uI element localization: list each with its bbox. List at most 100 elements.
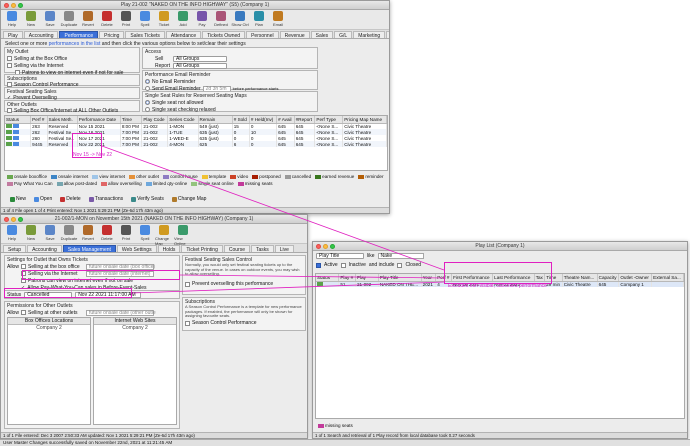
- list-col-3[interactable]: Play Title: [378, 274, 422, 282]
- web-site-item[interactable]: Company 2: [94, 325, 176, 331]
- single-seat-relaxed-radio[interactable]: [145, 107, 150, 112]
- list-col-12[interactable]: Outlet -Owner: [618, 274, 653, 282]
- list-col-4[interactable]: Year: [421, 274, 437, 282]
- perf-table-col-12[interactable]: Perf Type: [314, 116, 344, 124]
- perf-table-col-0[interactable]: Status: [5, 116, 32, 124]
- all-outlets-checkbox[interactable]: [7, 108, 12, 113]
- play-toolbar-14[interactable]: Email: [269, 11, 287, 27]
- perf-table-col-6[interactable]: Series Code: [167, 116, 199, 124]
- perf-toolbar-1[interactable]: New: [22, 225, 40, 241]
- perf-toolbar-7[interactable]: Spell: [136, 225, 154, 241]
- closed-checkbox[interactable]: [397, 262, 403, 268]
- perf-tab-2[interactable]: Sales Management: [62, 245, 116, 253]
- perf-table-col-5[interactable]: Play Code: [141, 116, 169, 124]
- play-tab-10[interactable]: G/L: [334, 31, 353, 39]
- play-toolbar-12[interactable]: Show Ctrl: [231, 11, 249, 27]
- perf-tab-8[interactable]: Live: [274, 245, 294, 253]
- perf-toolbar-3[interactable]: Duplicate: [60, 225, 78, 241]
- perf-tab-0[interactable]: Setup: [3, 245, 27, 253]
- play-tab-12[interactable]: Tasks: [386, 31, 389, 38]
- selling-box-office-checkbox[interactable]: [7, 56, 12, 61]
- perf-tab-1[interactable]: Accounting: [27, 245, 62, 253]
- play-toolbar-1[interactable]: New: [22, 11, 40, 27]
- filter-field-select[interactable]: Play Title: [316, 253, 364, 259]
- play-toolbar-6[interactable]: Print: [117, 11, 135, 27]
- perf-tab-3[interactable]: Web Settings: [116, 245, 157, 253]
- play-tab-11[interactable]: Marketing: [353, 31, 386, 39]
- list-col-10[interactable]: Theatre Nam...: [562, 274, 598, 282]
- perf-table-col-9[interactable]: # Held(Inv): [249, 116, 278, 124]
- list-col-11[interactable]: Capacity: [597, 274, 620, 282]
- play-toolbar-3[interactable]: Duplicate: [60, 11, 78, 27]
- play-tab-6[interactable]: Tickets Owned: [202, 31, 246, 39]
- perf-tab-7[interactable]: Tasks: [251, 245, 274, 253]
- perf-table-col-8[interactable]: # Sold: [232, 116, 250, 124]
- filter-value-input[interactable]: Nake: [377, 253, 424, 259]
- play-tab-9[interactable]: Sales: [310, 31, 334, 39]
- list-col-13[interactable]: External Sa...: [651, 274, 684, 282]
- inactive-checkbox[interactable]: [340, 262, 346, 268]
- play-toolbar-0[interactable]: Help: [3, 11, 21, 27]
- single-seat-not-allowed-radio[interactable]: [145, 100, 150, 105]
- play-tab-2[interactable]: Performance: [59, 31, 99, 39]
- perf-tab-4[interactable]: Holds: [157, 245, 181, 253]
- perf-toolbar-9[interactable]: View Online: [174, 225, 192, 246]
- future-onsale-other[interactable]: future onsale date (other outle: [86, 309, 156, 316]
- play-tab-0[interactable]: Play: [3, 31, 23, 39]
- action-button-2[interactable]: Delete: [60, 196, 81, 203]
- perf-table-col-4[interactable]: Time: [120, 116, 143, 124]
- perf-table-col-13[interactable]: Pricing Map Name: [342, 116, 387, 124]
- play-tab-5[interactable]: Attendance: [165, 31, 202, 39]
- perf-table-col-11[interactable]: #Report: [294, 116, 316, 124]
- zoom-window-button[interactable]: [330, 244, 335, 249]
- box-offices-list[interactable]: Box Offices Locations Company 2: [7, 317, 91, 425]
- web-sites-list[interactable]: Internet Web Sites Company 2: [93, 317, 177, 425]
- minimize-window-button[interactable]: [11, 3, 16, 8]
- perf-table-col-3[interactable]: Performance Date: [77, 116, 121, 124]
- no-email-radio[interactable]: [145, 79, 150, 84]
- close-window-button[interactable]: [316, 244, 321, 249]
- perf-toolbar-8[interactable]: Change Map: [155, 225, 173, 246]
- report-access-select[interactable]: All Groups: [173, 62, 227, 69]
- perf-table-col-1[interactable]: Perf #: [30, 116, 48, 124]
- action-button-5[interactable]: Change Map: [171, 196, 206, 203]
- play-toolbar-7[interactable]: Spell: [136, 11, 154, 27]
- play-tab-3[interactable]: Pricing: [99, 31, 125, 39]
- play-toolbar-5[interactable]: Delete: [98, 11, 116, 27]
- play-tab-8[interactable]: Revenue: [279, 31, 310, 39]
- prevent-overselling-checkbox[interactable]: [185, 281, 190, 287]
- future-onsale-box-office[interactable]: future onsale date (box office): [86, 263, 155, 270]
- play-toolbar-11[interactable]: Defined: [212, 11, 230, 27]
- other-outlets-checkbox[interactable]: [21, 310, 26, 315]
- active-checkbox[interactable]: [316, 262, 321, 268]
- perf-tab-6[interactable]: Course: [223, 245, 250, 253]
- play-tab-4[interactable]: Sales Tickets: [125, 31, 165, 39]
- play-tab-1[interactable]: Accounting: [23, 31, 59, 39]
- minimize-window-button[interactable]: [11, 217, 16, 222]
- play-toolbar-8[interactable]: Ticket: [155, 11, 173, 27]
- box-office-checkbox[interactable]: [21, 264, 26, 269]
- box-office-item[interactable]: Company 2: [8, 325, 90, 331]
- perf-toolbar-5[interactable]: Delete: [98, 225, 116, 241]
- list-col-2[interactable]: Play: [355, 274, 379, 282]
- zoom-window-button[interactable]: [18, 3, 23, 8]
- close-window-button[interactable]: [4, 3, 9, 8]
- perf-toolbar-2[interactable]: Save: [41, 225, 59, 241]
- play-toolbar-13[interactable]: Plan: [250, 11, 268, 27]
- close-window-button[interactable]: [4, 217, 9, 222]
- perf-table-col-7[interactable]: Remain: [198, 116, 233, 124]
- selling-internet-checkbox[interactable]: [7, 63, 12, 68]
- perf-toolbar-4[interactable]: Revert: [79, 225, 97, 241]
- perf-toolbar-6[interactable]: Print: [117, 225, 135, 241]
- action-button-3[interactable]: Transactions: [88, 196, 123, 203]
- action-button-0[interactable]: New: [10, 196, 26, 203]
- perf-table-col-2[interactable]: Sales Meth.: [47, 116, 78, 124]
- minimize-window-button[interactable]: [323, 244, 328, 249]
- action-button-1[interactable]: Open: [34, 196, 52, 203]
- play-tab-7[interactable]: Personnel: [246, 31, 279, 39]
- play-toolbar-4[interactable]: Revert: [79, 11, 97, 27]
- perf-toolbar-0[interactable]: Help: [3, 225, 21, 241]
- play-toolbar-10[interactable]: Pay: [193, 11, 211, 27]
- season-control-checkbox[interactable]: [185, 320, 190, 326]
- perf-table-col-10[interactable]: # Avail: [276, 116, 295, 124]
